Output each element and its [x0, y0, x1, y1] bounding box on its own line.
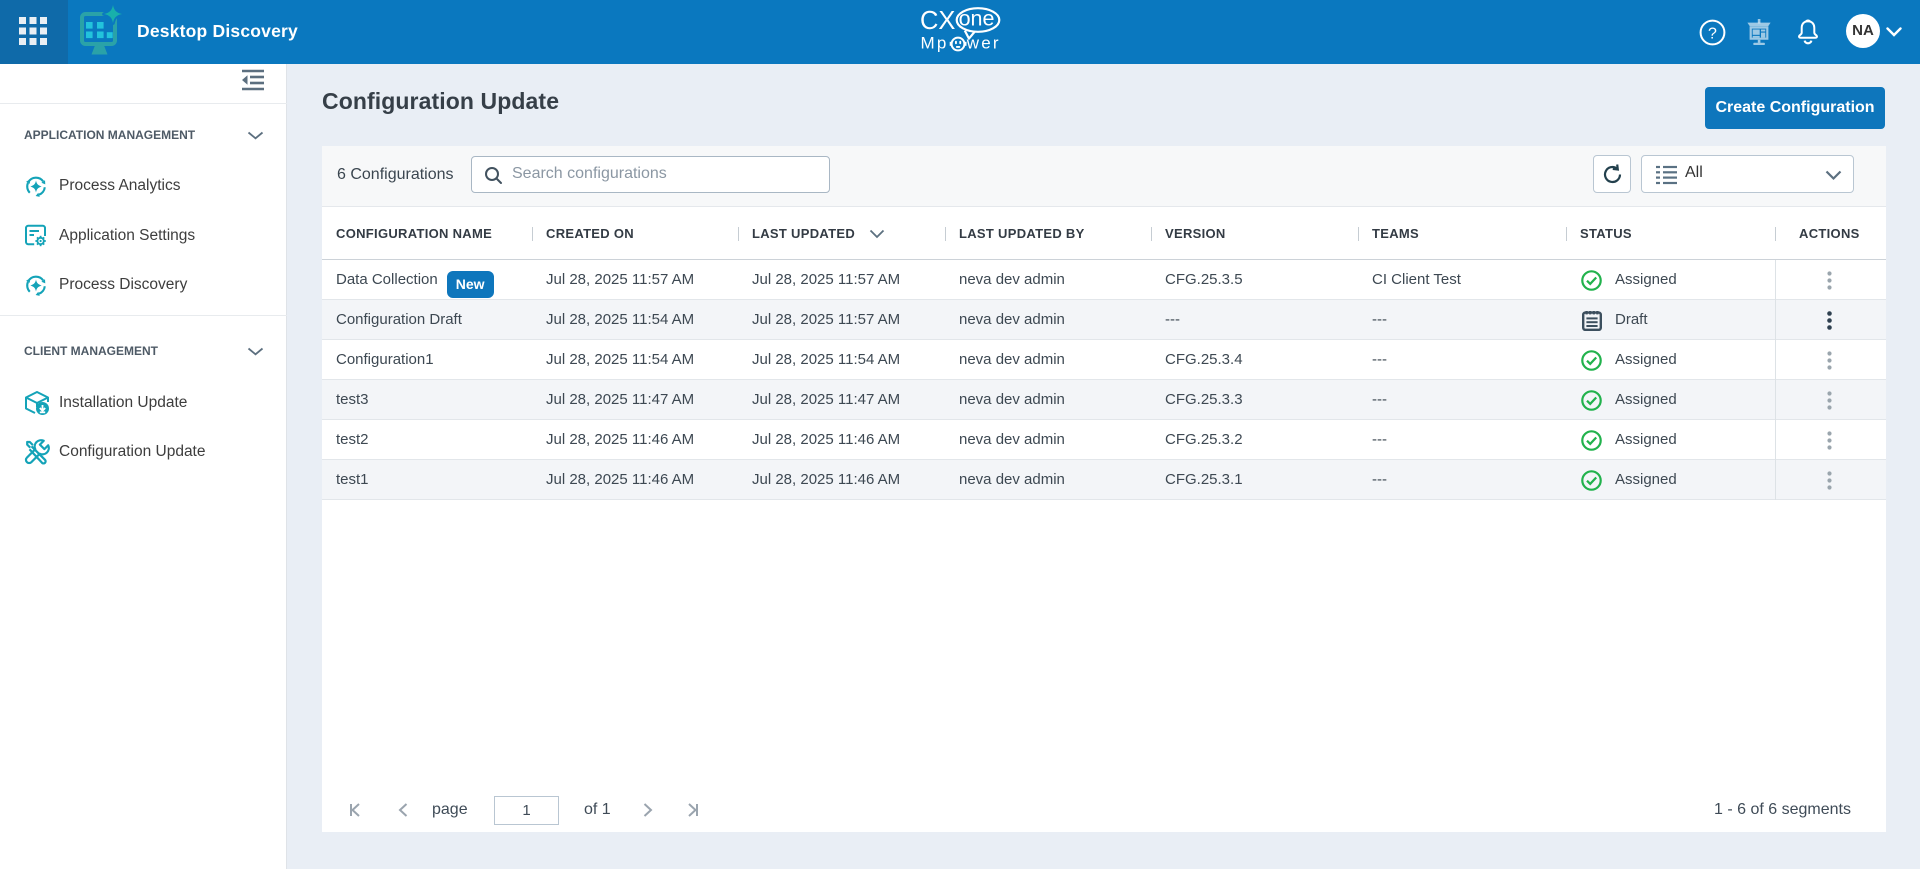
svg-text:?: ? [1708, 26, 1717, 43]
svg-text:CX: CX [920, 7, 955, 35]
svg-text:one: one [959, 6, 995, 30]
svg-text:wer: wer [966, 34, 1001, 53]
svg-text:Mp: Mp [921, 34, 949, 53]
